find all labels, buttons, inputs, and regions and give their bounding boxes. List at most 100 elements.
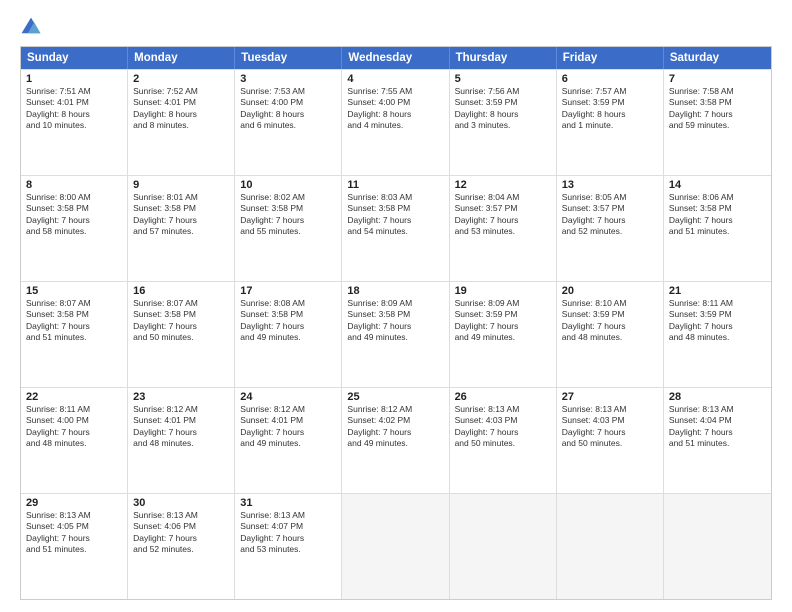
day-cell: 29Sunrise: 8:13 AM Sunset: 4:05 PM Dayli…: [21, 494, 128, 599]
day-cell: 31Sunrise: 8:13 AM Sunset: 4:07 PM Dayli…: [235, 494, 342, 599]
day-info: Sunrise: 8:12 AM Sunset: 4:02 PM Dayligh…: [347, 404, 443, 450]
day-number: 15: [26, 285, 122, 297]
day-number: 9: [133, 179, 229, 191]
day-cell: 26Sunrise: 8:13 AM Sunset: 4:03 PM Dayli…: [450, 388, 557, 493]
day-cell: 4Sunrise: 7:55 AM Sunset: 4:00 PM Daylig…: [342, 70, 449, 175]
day-info: Sunrise: 7:53 AM Sunset: 4:00 PM Dayligh…: [240, 86, 336, 132]
day-number: 25: [347, 391, 443, 403]
day-number: 12: [455, 179, 551, 191]
day-number: 23: [133, 391, 229, 403]
day-info: Sunrise: 8:12 AM Sunset: 4:01 PM Dayligh…: [240, 404, 336, 450]
day-cell: [450, 494, 557, 599]
day-cell: 8Sunrise: 8:00 AM Sunset: 3:58 PM Daylig…: [21, 176, 128, 281]
day-cell: 6Sunrise: 7:57 AM Sunset: 3:59 PM Daylig…: [557, 70, 664, 175]
day-cell: 16Sunrise: 8:07 AM Sunset: 3:58 PM Dayli…: [128, 282, 235, 387]
day-cell: 3Sunrise: 7:53 AM Sunset: 4:00 PM Daylig…: [235, 70, 342, 175]
logo: [20, 16, 46, 38]
day-number: 6: [562, 73, 658, 85]
day-info: Sunrise: 8:01 AM Sunset: 3:58 PM Dayligh…: [133, 192, 229, 238]
day-cell: 2Sunrise: 7:52 AM Sunset: 4:01 PM Daylig…: [128, 70, 235, 175]
day-info: Sunrise: 8:09 AM Sunset: 3:58 PM Dayligh…: [347, 298, 443, 344]
day-info: Sunrise: 8:11 AM Sunset: 4:00 PM Dayligh…: [26, 404, 122, 450]
day-cell: 23Sunrise: 8:12 AM Sunset: 4:01 PM Dayli…: [128, 388, 235, 493]
day-number: 19: [455, 285, 551, 297]
day-info: Sunrise: 8:03 AM Sunset: 3:58 PM Dayligh…: [347, 192, 443, 238]
day-cell: 30Sunrise: 8:13 AM Sunset: 4:06 PM Dayli…: [128, 494, 235, 599]
page: SundayMondayTuesdayWednesdayThursdayFrid…: [0, 0, 792, 612]
day-cell: [342, 494, 449, 599]
week-row: 15Sunrise: 8:07 AM Sunset: 3:58 PM Dayli…: [21, 281, 771, 387]
day-cell: 14Sunrise: 8:06 AM Sunset: 3:58 PM Dayli…: [664, 176, 771, 281]
logo-icon: [20, 16, 42, 38]
day-info: Sunrise: 7:56 AM Sunset: 3:59 PM Dayligh…: [455, 86, 551, 132]
day-cell: [664, 494, 771, 599]
day-info: Sunrise: 8:05 AM Sunset: 3:57 PM Dayligh…: [562, 192, 658, 238]
day-number: 24: [240, 391, 336, 403]
day-info: Sunrise: 7:52 AM Sunset: 4:01 PM Dayligh…: [133, 86, 229, 132]
day-cell: 1Sunrise: 7:51 AM Sunset: 4:01 PM Daylig…: [21, 70, 128, 175]
day-cell: 18Sunrise: 8:09 AM Sunset: 3:58 PM Dayli…: [342, 282, 449, 387]
day-number: 16: [133, 285, 229, 297]
day-number: 13: [562, 179, 658, 191]
day-cell: 27Sunrise: 8:13 AM Sunset: 4:03 PM Dayli…: [557, 388, 664, 493]
day-info: Sunrise: 8:13 AM Sunset: 4:07 PM Dayligh…: [240, 510, 336, 556]
calendar-header: SundayMondayTuesdayWednesdayThursdayFrid…: [21, 47, 771, 69]
day-info: Sunrise: 8:13 AM Sunset: 4:06 PM Dayligh…: [133, 510, 229, 556]
day-cell: 10Sunrise: 8:02 AM Sunset: 3:58 PM Dayli…: [235, 176, 342, 281]
calendar-body: 1Sunrise: 7:51 AM Sunset: 4:01 PM Daylig…: [21, 69, 771, 599]
day-number: 7: [669, 73, 766, 85]
day-cell: 9Sunrise: 8:01 AM Sunset: 3:58 PM Daylig…: [128, 176, 235, 281]
day-info: Sunrise: 7:58 AM Sunset: 3:58 PM Dayligh…: [669, 86, 766, 132]
day-number: 14: [669, 179, 766, 191]
day-cell: 24Sunrise: 8:12 AM Sunset: 4:01 PM Dayli…: [235, 388, 342, 493]
day-cell: 11Sunrise: 8:03 AM Sunset: 3:58 PM Dayli…: [342, 176, 449, 281]
day-cell: 13Sunrise: 8:05 AM Sunset: 3:57 PM Dayli…: [557, 176, 664, 281]
day-cell: 12Sunrise: 8:04 AM Sunset: 3:57 PM Dayli…: [450, 176, 557, 281]
day-number: 17: [240, 285, 336, 297]
day-cell: 21Sunrise: 8:11 AM Sunset: 3:59 PM Dayli…: [664, 282, 771, 387]
day-cell: 7Sunrise: 7:58 AM Sunset: 3:58 PM Daylig…: [664, 70, 771, 175]
day-cell: 19Sunrise: 8:09 AM Sunset: 3:59 PM Dayli…: [450, 282, 557, 387]
day-info: Sunrise: 8:04 AM Sunset: 3:57 PM Dayligh…: [455, 192, 551, 238]
col-header-saturday: Saturday: [664, 47, 771, 69]
day-number: 18: [347, 285, 443, 297]
col-header-sunday: Sunday: [21, 47, 128, 69]
day-info: Sunrise: 8:02 AM Sunset: 3:58 PM Dayligh…: [240, 192, 336, 238]
day-info: Sunrise: 7:51 AM Sunset: 4:01 PM Dayligh…: [26, 86, 122, 132]
col-header-wednesday: Wednesday: [342, 47, 449, 69]
day-info: Sunrise: 8:00 AM Sunset: 3:58 PM Dayligh…: [26, 192, 122, 238]
week-row: 29Sunrise: 8:13 AM Sunset: 4:05 PM Dayli…: [21, 493, 771, 599]
day-info: Sunrise: 8:13 AM Sunset: 4:03 PM Dayligh…: [455, 404, 551, 450]
day-cell: [557, 494, 664, 599]
day-info: Sunrise: 7:57 AM Sunset: 3:59 PM Dayligh…: [562, 86, 658, 132]
day-number: 29: [26, 497, 122, 509]
day-number: 10: [240, 179, 336, 191]
day-info: Sunrise: 8:12 AM Sunset: 4:01 PM Dayligh…: [133, 404, 229, 450]
day-number: 30: [133, 497, 229, 509]
day-number: 2: [133, 73, 229, 85]
day-info: Sunrise: 8:13 AM Sunset: 4:04 PM Dayligh…: [669, 404, 766, 450]
day-number: 1: [26, 73, 122, 85]
day-info: Sunrise: 8:06 AM Sunset: 3:58 PM Dayligh…: [669, 192, 766, 238]
day-number: 26: [455, 391, 551, 403]
day-cell: 5Sunrise: 7:56 AM Sunset: 3:59 PM Daylig…: [450, 70, 557, 175]
day-number: 5: [455, 73, 551, 85]
week-row: 8Sunrise: 8:00 AM Sunset: 3:58 PM Daylig…: [21, 175, 771, 281]
day-number: 22: [26, 391, 122, 403]
day-number: 20: [562, 285, 658, 297]
day-cell: 15Sunrise: 8:07 AM Sunset: 3:58 PM Dayli…: [21, 282, 128, 387]
day-number: 4: [347, 73, 443, 85]
day-number: 21: [669, 285, 766, 297]
col-header-monday: Monday: [128, 47, 235, 69]
day-number: 3: [240, 73, 336, 85]
calendar: SundayMondayTuesdayWednesdayThursdayFrid…: [20, 46, 772, 600]
day-cell: 17Sunrise: 8:08 AM Sunset: 3:58 PM Dayli…: [235, 282, 342, 387]
day-info: Sunrise: 8:07 AM Sunset: 3:58 PM Dayligh…: [26, 298, 122, 344]
day-cell: 25Sunrise: 8:12 AM Sunset: 4:02 PM Dayli…: [342, 388, 449, 493]
day-cell: 20Sunrise: 8:10 AM Sunset: 3:59 PM Dayli…: [557, 282, 664, 387]
day-number: 28: [669, 391, 766, 403]
week-row: 22Sunrise: 8:11 AM Sunset: 4:00 PM Dayli…: [21, 387, 771, 493]
day-info: Sunrise: 8:08 AM Sunset: 3:58 PM Dayligh…: [240, 298, 336, 344]
col-header-thursday: Thursday: [450, 47, 557, 69]
header: [20, 16, 772, 38]
